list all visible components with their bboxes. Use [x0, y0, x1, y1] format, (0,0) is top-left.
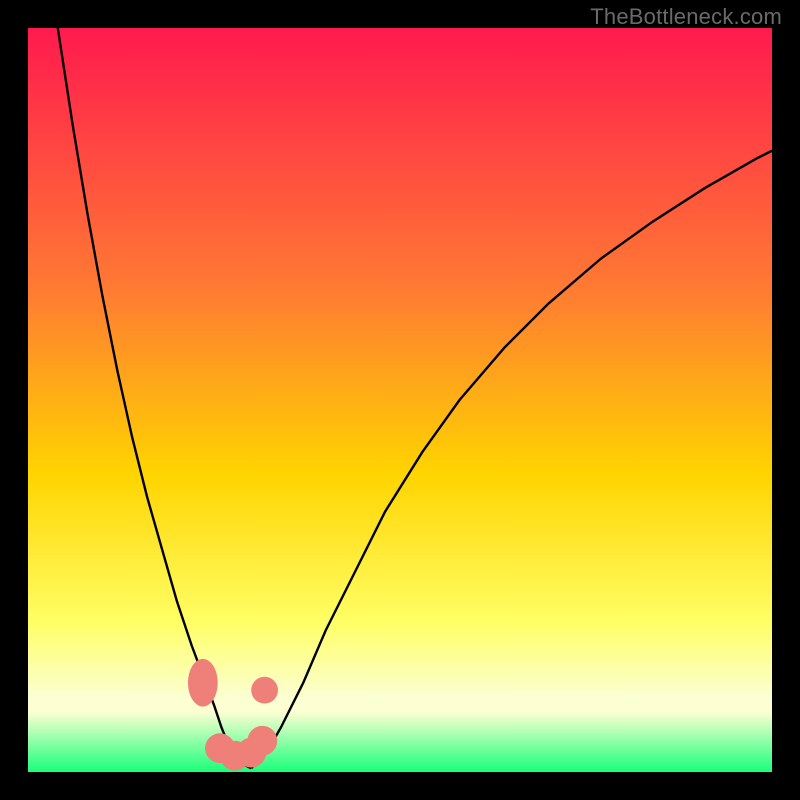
watermark-text: TheBottleneck.com	[590, 4, 782, 30]
plot-area	[28, 28, 772, 772]
marker-bottom-d	[247, 726, 277, 756]
chart-frame: TheBottleneck.com	[0, 0, 800, 800]
plot-svg	[28, 28, 772, 772]
marker-right-top	[251, 677, 278, 704]
gradient-background	[28, 28, 772, 772]
marker-left-marker	[188, 659, 218, 707]
